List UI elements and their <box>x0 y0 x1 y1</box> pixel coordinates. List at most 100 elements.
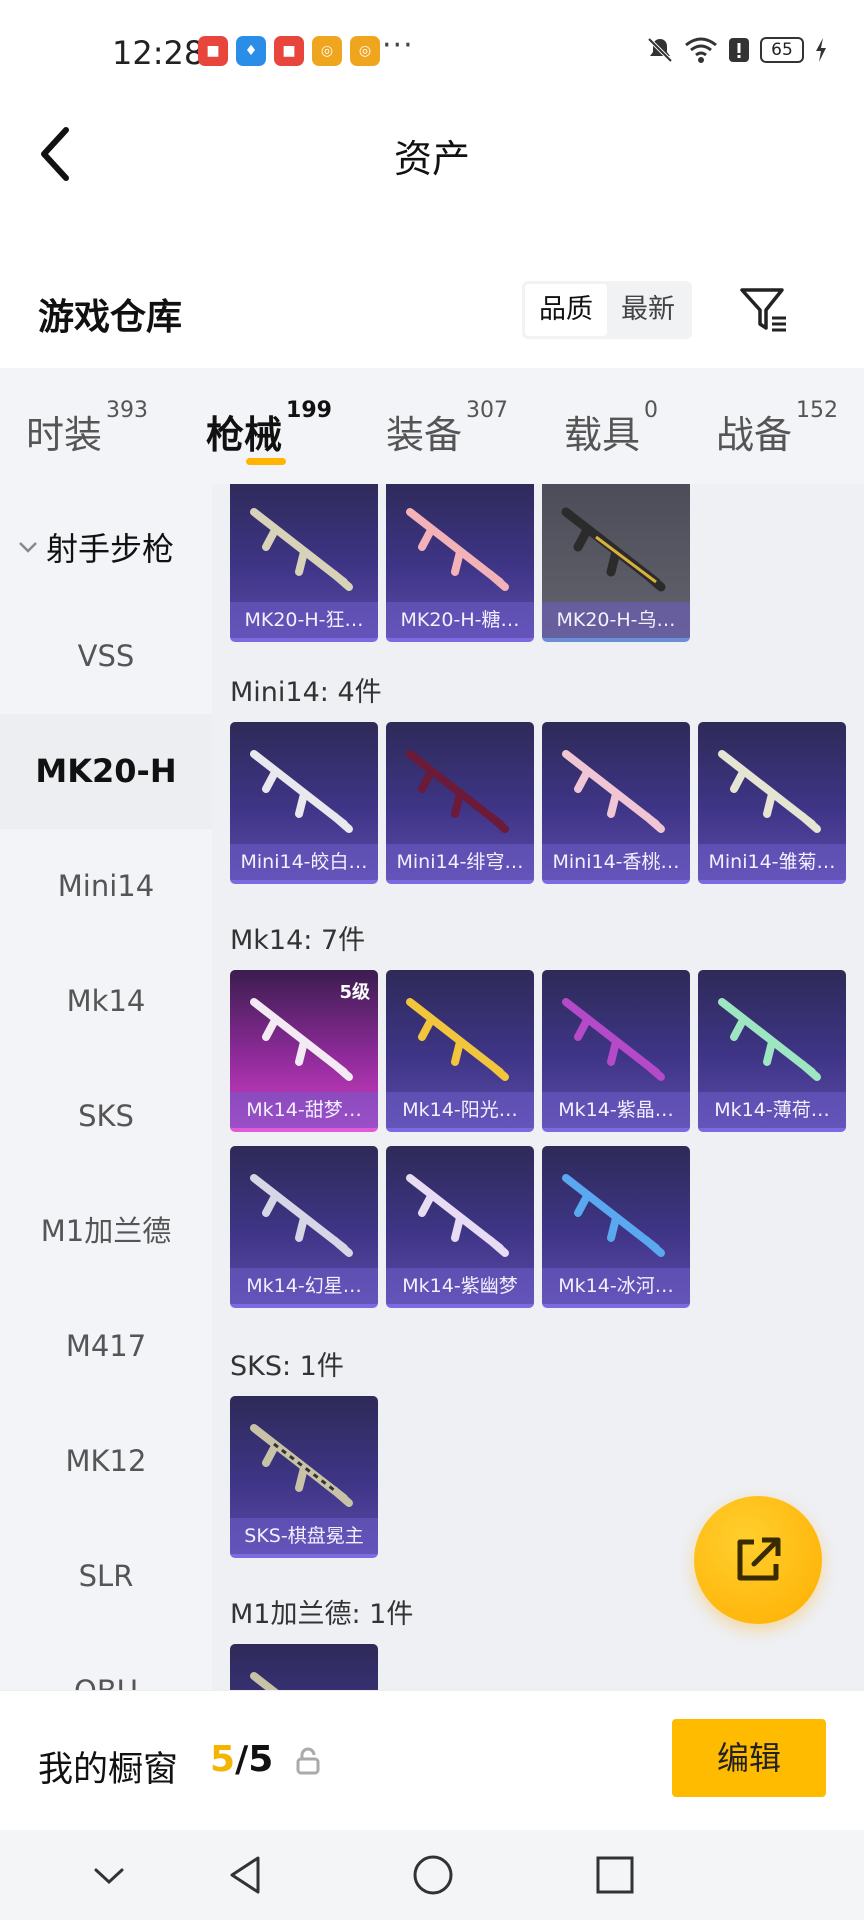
sidebar-group-marksman[interactable]: 射手步枪 <box>18 524 174 570</box>
group-label-mini14: Mini14: 4件 <box>230 677 382 708</box>
showcase-count: 5/5 <box>210 1739 273 1780</box>
sort-by-quality-button[interactable]: 品质 <box>525 284 607 336</box>
mute-bell-icon <box>647 37 673 63</box>
rifle-icon <box>718 998 821 1081</box>
weapon-name: Mini14-香桃… <box>542 844 690 880</box>
warehouse-title: 游戏仓库 <box>38 297 183 338</box>
edit-button[interactable]: 编辑 <box>672 1719 826 1797</box>
weapon-name: Mk14-阳光… <box>386 1092 534 1128</box>
rifle-icon <box>562 998 665 1081</box>
rifle-icon <box>250 998 353 1081</box>
notification-icons: ■ ♦ ■ ◎ ◎ <box>198 36 380 66</box>
rifle-icon <box>406 1174 509 1257</box>
weapon-card[interactable]: MK20-H-糖… <box>386 484 534 642</box>
weapon-card[interactable]: Mk14-紫晶… <box>542 970 690 1132</box>
tab-count: 152 <box>796 398 839 423</box>
rifle-icon <box>250 750 353 833</box>
tab-count: 0 <box>644 398 659 423</box>
weapon-name: Mk14-甜梦… <box>230 1092 378 1128</box>
tab-fashion[interactable]: 时装393 <box>26 398 148 459</box>
active-tab-indicator <box>246 458 286 465</box>
tab-equipment[interactable]: 装备307 <box>386 398 508 459</box>
showcase-total: 5 <box>248 1739 274 1780</box>
weapon-card[interactable]: Mini14-雏菊… <box>698 722 846 884</box>
weapon-card[interactable]: Mk14-冰河… <box>542 1146 690 1308</box>
rifle-icon <box>250 1424 353 1507</box>
sidebar-item-mk12[interactable]: MK12 <box>0 1404 212 1519</box>
tab-count: 307 <box>466 398 509 423</box>
sidebar-item-mini14[interactable]: Mini14 <box>0 829 212 944</box>
status-right: 65 <box>646 36 828 64</box>
rifle-icon <box>406 998 509 1081</box>
weapon-card[interactable]: Mk14-幻星… <box>230 1146 378 1308</box>
shield-app-icon: ♦ <box>236 36 266 66</box>
weapon-card[interactable]: Mini14-香桃… <box>542 722 690 884</box>
rifle-icon <box>406 508 509 591</box>
weapon-card[interactable]: SKS-棋盘冕主 <box>230 1396 378 1558</box>
sidebar-group-label: 射手步枪 <box>46 530 175 568</box>
showcase-bar: 我的橱窗 5/5 编辑 <box>0 1690 864 1830</box>
rifle-icon <box>718 750 821 833</box>
nav-recents-icon[interactable] <box>590 1850 640 1900</box>
huawei-store-icon: ■ <box>274 36 304 66</box>
collapse-chevron-icon[interactable] <box>84 1850 134 1900</box>
sidebar-item-slr[interactable]: SLR <box>0 1519 212 1634</box>
sidebar-item-sks[interactable]: SKS <box>0 1059 212 1174</box>
status-time: 12:28 <box>112 34 205 72</box>
weapon-name: SKS-棋盘冕主 <box>230 1518 378 1554</box>
weapon-name: Mk14-幻星… <box>230 1268 378 1304</box>
tab-count: 199 <box>286 398 332 423</box>
rifle-icon <box>250 1672 279 1690</box>
charging-icon <box>816 38 826 62</box>
share-fab[interactable] <box>694 1496 822 1624</box>
game-app-icon: ◎ <box>312 36 342 66</box>
battery-level: 65 <box>760 37 804 63</box>
sidebar-item-qbu[interactable]: QBU <box>0 1634 212 1690</box>
sort-toggle: 品质 最新 <box>522 281 692 339</box>
weapon-name: Mini14-皎白… <box>230 844 378 880</box>
weapon-name: Mk14-冰河… <box>542 1268 690 1304</box>
weapon-card[interactable]: Mk14-紫幽梦 <box>386 1146 534 1308</box>
sidebar-item-m1-garand[interactable]: M1加兰德 <box>0 1174 212 1289</box>
weapon-name: MK20-H-乌… <box>542 602 690 638</box>
group-label-sks: SKS: 1件 <box>230 1351 344 1382</box>
page-title: 资产 <box>393 137 470 181</box>
group-label-mk14: Mk14: 7件 <box>230 925 366 956</box>
status-bar: 12:28 ■ ♦ ■ ◎ ◎ ··· 65 <box>0 0 864 100</box>
weapon-name: Mk14-薄荷… <box>698 1092 846 1128</box>
sidebar-item-mk14[interactable]: Mk14 <box>0 944 212 1059</box>
weapon-name: Mini14-绯穹… <box>386 844 534 880</box>
tab-count: 393 <box>106 398 149 423</box>
sidebar-item-m417[interactable]: M417 <box>0 1289 212 1404</box>
tab-supplies[interactable]: 战备152 <box>716 398 838 459</box>
weapon-card[interactable]: Mk14-薄荷… <box>698 970 846 1132</box>
tab-vehicles[interactable]: 载具0 <box>564 398 658 459</box>
rifle-icon <box>250 1174 353 1257</box>
weapon-card[interactable]: MK20-H-狂… <box>230 484 378 642</box>
more-notifications-icon: ··· <box>382 28 414 63</box>
sort-by-newest-button[interactable]: 最新 <box>607 284 689 336</box>
weapon-name: Mini14-雏菊… <box>698 844 846 880</box>
weapon-card[interactable]: 5级 Mk14-甜梦… <box>230 970 378 1132</box>
filter-icon[interactable] <box>738 284 790 336</box>
weapon-card[interactable]: MK20-H-乌… <box>542 484 690 642</box>
showcase-label: 我的橱窗 <box>38 1750 179 1790</box>
rifle-icon <box>562 1174 665 1257</box>
weapon-name: MK20-H-糖… <box>386 602 534 638</box>
sidebar-item-vss[interactable]: VSS <box>0 599 212 714</box>
tab-firearms[interactable]: 枪械199 <box>206 398 332 459</box>
nav-back-icon[interactable] <box>222 1850 272 1900</box>
weapon-card[interactable] <box>230 1644 378 1690</box>
weapon-card[interactable]: Mini14-皎白… <box>230 722 378 884</box>
nav-home-icon[interactable] <box>408 1850 458 1900</box>
share-icon <box>737 1537 781 1581</box>
weapon-name: Mk14-紫幽梦 <box>386 1268 534 1304</box>
sidebar-item-mk20h[interactable]: MK20-H <box>0 714 212 829</box>
category-tabs: 时装393 枪械199 装备307 载具0 战备152 <box>0 368 864 484</box>
rifle-icon <box>250 508 353 591</box>
rifle-icon <box>562 750 665 833</box>
lock-icon[interactable] <box>296 1747 320 1775</box>
weapon-card[interactable]: Mini14-绯穹… <box>386 722 534 884</box>
wifi-icon <box>685 37 717 63</box>
weapon-card[interactable]: Mk14-阳光… <box>386 970 534 1132</box>
